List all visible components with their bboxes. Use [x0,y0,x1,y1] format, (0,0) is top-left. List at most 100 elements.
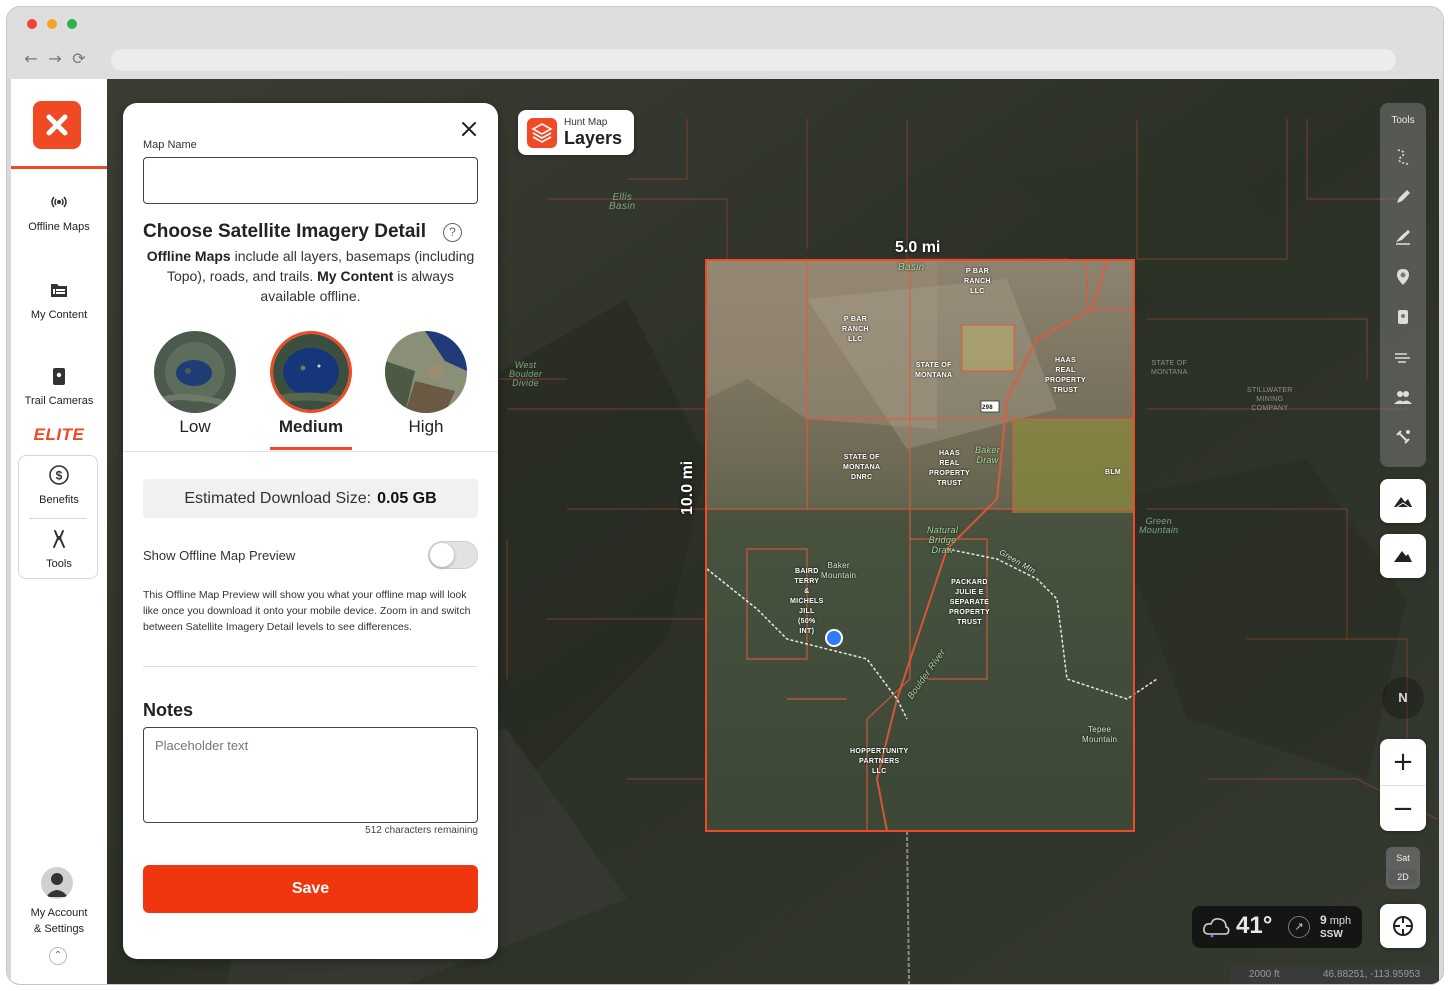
sidebar-item-label: Tools [46,558,72,570]
tools-title: Tools [1391,115,1415,126]
folder-icon [51,284,67,297]
layers-title: Layers [564,128,623,148]
parcel-label-stillwater: STILLWATER MINING COMPANY [1247,387,1293,412]
detail-option-high[interactable] [385,331,467,413]
parcel-label-haas-1: HAAS REAL PROPERTY TRUST [1045,357,1086,394]
zoom-in-button[interactable]: + [1380,739,1426,785]
parcel-label-hoppertunity: HOPPERTUNITY PARTNERS LLC [850,748,909,775]
sidebar-item-label: Offline Maps [28,221,90,233]
sidebar-item-my-content[interactable]: My Content [11,279,107,321]
back-arrow-icon[interactable]: ← [23,51,39,67]
area-label-green-mountain: Green Mountain [1139,516,1179,535]
parcel-label-state-montana: STATE OF MONTANA [915,362,953,379]
close-window-dot[interactable] [27,19,37,29]
layers-button[interactable]: Hunt Map Layers [518,110,634,155]
url-bar[interactable] [111,49,1396,71]
preview-toggle[interactable] [428,541,478,569]
notes-title: Notes [143,700,194,720]
low-detail-thumbnail [154,331,236,413]
zoom-out-button[interactable]: − [1380,785,1426,831]
area-label-natural-bridge: Natural Bridge Draw [927,525,959,555]
camera-tool-icon[interactable] [1393,307,1413,327]
area-label-basin: Basin [898,262,925,273]
avatar[interactable] [41,867,73,899]
peak-label-baker: Baker Mountain [821,561,857,580]
sidebar-item-account[interactable]: My Account & Settings [11,905,107,937]
help-icon[interactable]: ? [443,223,462,242]
save-button[interactable]: Save [143,865,478,913]
route-shield-label: 298 [982,405,993,411]
mountain-icon [1394,551,1412,562]
sidebar-item-tools[interactable]: Tools [11,528,107,570]
account-label-1: My Account [30,907,88,919]
parcel-label-pbar-1: P BAR RANCH LLC [842,316,869,343]
browser-chrome: ← → ⟳ [7,7,1443,79]
app-viewport: 5.0 mi 10.0 mi 298 P BAR RANCH LLC P BAR… [11,79,1439,984]
detail-label-high[interactable]: High [371,417,481,437]
satellite-tool-icon[interactable] [1393,427,1413,447]
wind-direction-icon: ↗ [1288,916,1310,938]
sidebar-item-trail-cameras[interactable]: Trail Cameras [11,365,107,407]
parcel-label-state-dnrc: STATE OF MONTANA DNRC [843,454,881,481]
weather-widget[interactable]: 41° ↗ 9 mph SSW [1192,906,1362,948]
map-name-input[interactable] [143,157,478,204]
group-icon[interactable] [1393,387,1413,407]
waypoint-icon[interactable] [1393,267,1413,287]
cloud-icon [1203,918,1230,938]
pen-tool-icon[interactable] [1393,187,1413,207]
temperature: 41° [1236,912,1273,939]
divider [143,666,478,667]
detail-option-low[interactable] [154,331,236,413]
logo-active-indicator [11,166,107,169]
imagery-description: Offline Maps include all layers, basemap… [146,248,475,304]
recenter-button[interactable] [1380,904,1426,948]
preview-toggle-label: Show Offline Map Preview [143,548,296,563]
detail-label-low[interactable]: Low [140,417,250,437]
mountain-3d-icon [1394,497,1412,508]
terrain-3d-button[interactable] [1380,479,1426,523]
route-tool-icon[interactable] [1393,147,1413,167]
user-icon [46,873,68,897]
app-logo[interactable] [33,101,81,149]
wind-tool-icon[interactable] [1393,347,1413,367]
detail-option-medium[interactable] [270,331,352,413]
tools-icon [53,530,65,548]
peak-label-tepee: Tepee Mountain [1082,725,1118,744]
sidebar-item-offline-maps[interactable]: Offline Maps [11,191,107,233]
minimize-window-dot[interactable] [47,19,57,29]
notes-textarea[interactable] [143,727,478,823]
reload-icon[interactable]: ⟳ [71,51,87,67]
area-label-baker-draw: Baker Draw [975,445,1001,465]
preview-description: This Offline Map Preview will show you w… [143,589,471,633]
imagery-detail-title: Choose Satellite Imagery Detail [143,221,426,242]
high-detail-thumbnail [385,331,467,413]
close-icon[interactable] [459,119,479,139]
medium-detail-thumbnail [273,334,349,410]
selected-detail-indicator [270,447,352,450]
svg-text:$: $ [56,469,63,483]
sidebar-item-label: My Content [30,309,88,321]
terrain-button[interactable] [1380,534,1426,578]
elite-section: $ Benefits Tools [18,455,98,579]
forward-arrow-icon[interactable]: → [47,51,63,67]
sidebar-item-benefits[interactable]: $ Benefits [11,464,107,506]
trail-camera-icon [53,368,65,385]
basemap-toggle[interactable]: Sat 2D [1386,847,1420,889]
detail-label-medium[interactable]: Medium [256,417,366,437]
parcel-label-packard: PACKARD JULIE E SEPARATE PROPERTY TRUST [949,579,990,626]
current-location-dot [825,629,843,647]
parcel-label-pbar-2: P BAR RANCH LLC [964,268,991,295]
measure-tool-icon[interactable] [1393,227,1413,247]
chevron-up-icon[interactable]: ⌃ [49,947,67,965]
coordinates-readout: 46.88251, -113.95953 [1323,969,1421,980]
wind-speed: 9 mph [1320,913,1352,928]
elite-divider [29,518,87,519]
maximize-window-dot[interactable] [67,19,77,29]
dollar-icon: $ [49,465,69,485]
layers-icon [527,118,557,148]
sat-label: Sat [1396,853,1410,863]
sidebar-item-label: Benefits [39,494,79,506]
offline-map-panel: Map Name Choose Satellite Imagery Detail… [123,103,498,959]
compass-button[interactable]: N [1382,677,1424,719]
scale-bar: 2000 ft 46.88251, -113.95953 [1231,966,1439,984]
